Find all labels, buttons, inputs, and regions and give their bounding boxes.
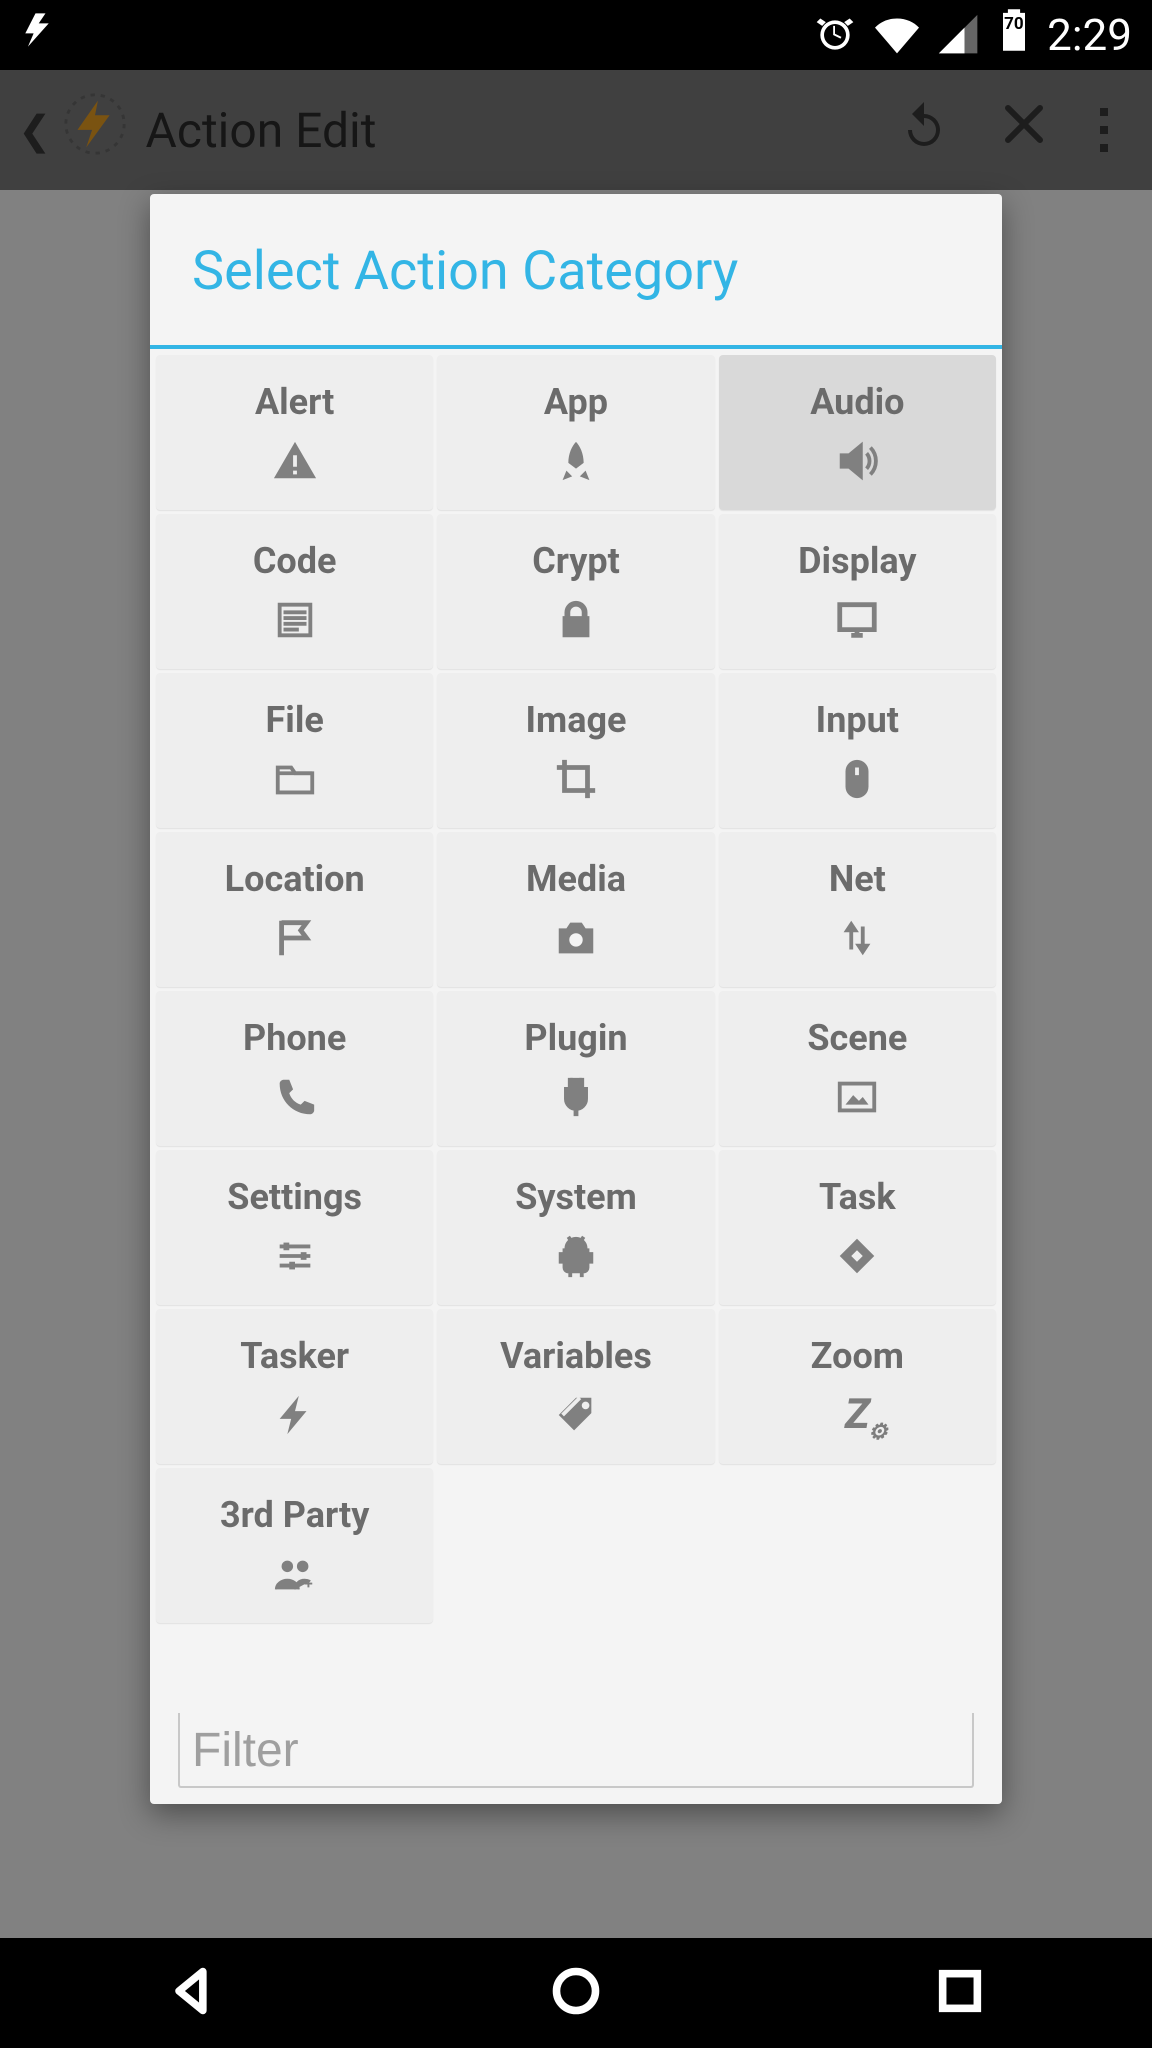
category-plugin[interactable]: Plugin <box>437 991 714 1146</box>
category-label: Location <box>225 858 365 900</box>
filter-input[interactable] <box>178 1713 974 1788</box>
people-icon <box>272 1550 318 1598</box>
tasker-logo-icon[interactable] <box>60 89 130 171</box>
code-icon <box>272 596 318 644</box>
tag-icon <box>553 1391 599 1439</box>
page-title: Action Edit <box>146 102 377 159</box>
clock: 2:29 <box>1047 9 1132 61</box>
crop-icon <box>553 755 599 803</box>
category-variables[interactable]: Variables <box>437 1309 714 1464</box>
overflow-menu-button[interactable] <box>1074 108 1134 152</box>
nav-back-button[interactable] <box>166 1965 218 2021</box>
wifi-icon <box>875 13 919 57</box>
category-label: App <box>544 381 608 423</box>
category-tasker[interactable]: Tasker <box>156 1309 433 1464</box>
category-app[interactable]: App <box>437 355 714 510</box>
category-label: Task <box>819 1176 896 1218</box>
system-nav-bar <box>0 1938 1152 2048</box>
cell-signal-icon <box>937 13 981 57</box>
category-grid: Alert App Audio Code Crypt Display File Image In… <box>150 349 1002 1713</box>
alarm-icon <box>813 13 857 57</box>
alert-icon <box>272 437 318 485</box>
status-bar: 70 2:29 <box>0 0 1152 70</box>
category-label: 3rd Party <box>220 1494 369 1536</box>
category-location[interactable]: Location <box>156 832 433 987</box>
camera-icon <box>553 914 599 962</box>
mouse-icon <box>834 755 880 803</box>
category-label: Zoom <box>811 1335 904 1377</box>
plug-icon <box>553 1073 599 1121</box>
flag-icon <box>272 914 318 962</box>
category-task[interactable]: Task <box>719 1150 996 1305</box>
category-label: Tasker <box>240 1335 349 1377</box>
rocket-icon <box>553 437 599 485</box>
category-label: Settings <box>227 1176 362 1218</box>
category-label: Audio <box>810 381 904 423</box>
category-label: System <box>515 1176 637 1218</box>
category-input[interactable]: Input <box>719 673 996 828</box>
nav-recent-button[interactable] <box>934 1965 986 2021</box>
android-icon <box>553 1232 599 1280</box>
undo-button[interactable] <box>874 100 974 160</box>
category-label: Alert <box>255 381 334 423</box>
app-bar: ❮ Action Edit <box>0 70 1152 190</box>
nav-home-button[interactable] <box>550 1965 602 2021</box>
category-file[interactable]: File <box>156 673 433 828</box>
category-label: Plugin <box>524 1017 627 1059</box>
action-category-dialog: Select Action Category Alert App Audio Code… <box>150 194 1002 1804</box>
category-audio[interactable]: Audio <box>719 355 996 510</box>
category-scene[interactable]: Scene <box>719 991 996 1146</box>
category-system[interactable]: System <box>437 1150 714 1305</box>
category-settings[interactable]: Settings <box>156 1150 433 1305</box>
category-label: Code <box>253 540 337 582</box>
category-alert[interactable]: Alert <box>156 355 433 510</box>
dialog-title: Select Action Category <box>150 194 1002 349</box>
category-label: Media <box>526 858 626 900</box>
category-label: Crypt <box>532 540 620 582</box>
category-image[interactable]: Image <box>437 673 714 828</box>
category-media[interactable]: Media <box>437 832 714 987</box>
category-code[interactable]: Code <box>156 514 433 669</box>
picture-icon <box>834 1073 880 1121</box>
category-label: Net <box>829 858 886 900</box>
category-label: Variables <box>500 1335 652 1377</box>
phone-icon <box>272 1073 318 1121</box>
category-phone[interactable]: Phone <box>156 991 433 1146</box>
close-button[interactable] <box>974 100 1074 160</box>
battery-pct: 70 <box>1004 14 1024 34</box>
monitor-icon <box>834 596 880 644</box>
category-label: Phone <box>243 1017 346 1059</box>
category-label: Scene <box>807 1017 907 1059</box>
category-label: File <box>266 699 324 741</box>
category-zoom[interactable]: Zoom Z⚙ <box>719 1309 996 1464</box>
category-net[interactable]: Net <box>719 832 996 987</box>
lock-icon <box>553 596 599 644</box>
category-label: Image <box>525 699 626 741</box>
category-display[interactable]: Display <box>719 514 996 669</box>
category-label: Display <box>798 540 916 582</box>
category-crypt[interactable]: Crypt <box>437 514 714 669</box>
updown-icon <box>834 914 880 962</box>
diamond-icon <box>834 1232 880 1280</box>
sliders-icon <box>272 1232 318 1280</box>
category-3rd-party[interactable]: 3rd Party <box>156 1468 433 1623</box>
charging-icon <box>15 9 64 61</box>
back-chevron-icon[interactable]: ❮ <box>18 107 52 154</box>
zoom-icon: Z⚙ <box>845 1391 870 1439</box>
battery-icon: 70 <box>999 8 1029 63</box>
speaker-icon <box>834 437 880 485</box>
folder-icon <box>272 755 318 803</box>
category-label: Input <box>816 699 899 741</box>
bolt-icon <box>272 1391 318 1439</box>
